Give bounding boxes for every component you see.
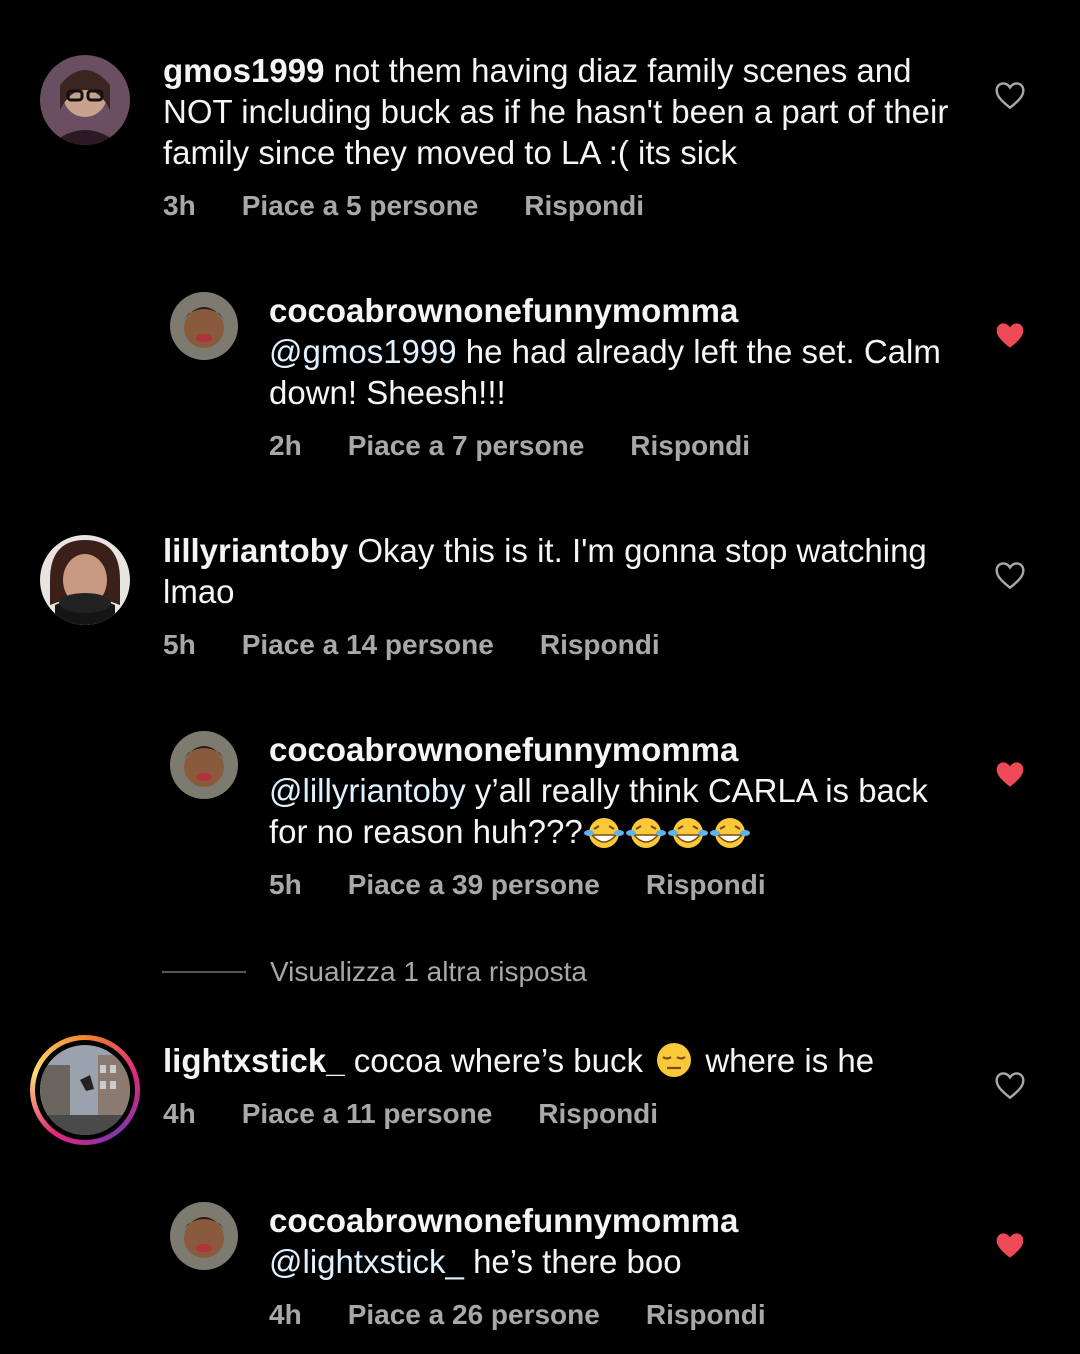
reply-button[interactable]: Rispondi: [630, 430, 750, 461]
heart-outline-icon: [995, 562, 1025, 590]
comment-username[interactable]: lillyriantoby: [163, 532, 348, 569]
reply-text: cocoabrownonefunnymomma @lightxstick_ he…: [269, 1200, 959, 1282]
reply-button[interactable]: Rispondi: [540, 629, 660, 660]
avatar-cocoabrownonefunnymomma[interactable]: [170, 292, 238, 360]
mention-link[interactable]: @lightxstick_: [269, 1243, 464, 1280]
avatar-lightxstick[interactable]: [40, 1045, 130, 1135]
tears-of-joy-emoji: [709, 818, 750, 848]
comment-body: he’s there boo: [473, 1243, 682, 1280]
comment-body-end: where is he: [705, 1042, 875, 1079]
comment-likes-link[interactable]: Piace a 5 persone: [242, 190, 479, 221]
comment-time: 5h: [269, 869, 302, 900]
comment-likes-link[interactable]: Piace a 11 persone: [242, 1098, 493, 1129]
divider-line: [162, 971, 246, 973]
comment-text: gmos1999 not them having diaz family sce…: [163, 50, 963, 173]
mention-link[interactable]: @lillyriantoby: [269, 772, 466, 809]
comment-username[interactable]: cocoabrownonefunnymomma: [269, 729, 959, 770]
like-button[interactable]: [994, 560, 1026, 590]
reply-button[interactable]: Rispondi: [646, 869, 766, 900]
tears-of-joy-emoji: [667, 818, 708, 848]
tears-of-joy-emoji-group: [583, 813, 751, 850]
comment-meta: 4h Piace a 11 persone Rispondi: [163, 1098, 704, 1130]
heart-filled-icon: [996, 323, 1024, 348]
comment-meta: 5h Piace a 39 persone Rispondi: [269, 869, 812, 901]
avatar-lillyriantoby[interactable]: [40, 535, 130, 625]
tears-of-joy-emoji: [625, 818, 666, 848]
like-button[interactable]: [994, 80, 1026, 110]
like-button[interactable]: [994, 320, 1026, 350]
comment-time: 4h: [163, 1098, 196, 1129]
comment-username[interactable]: cocoabrownonefunnymomma: [269, 1200, 959, 1241]
heart-filled-icon: [996, 762, 1024, 787]
comment-text: lightxstick_ cocoa where’s buck where is…: [163, 1040, 973, 1081]
view-more-replies-button[interactable]: Visualizza 1 altra risposta: [162, 952, 587, 992]
reply-text: cocoabrownonefunnymomma @gmos1999 he had…: [269, 290, 959, 413]
avatar-cocoabrownonefunnymomma[interactable]: [170, 731, 238, 799]
expressionless-emoji: [657, 1043, 692, 1077]
tears-of-joy-emoji: [583, 818, 624, 848]
comment-time: 5h: [163, 629, 196, 660]
comment-likes-link[interactable]: Piace a 14 persone: [242, 629, 494, 660]
mention-link[interactable]: @gmos1999: [269, 333, 457, 370]
like-button[interactable]: [994, 1230, 1026, 1260]
reply-text: cocoabrownonefunnymomma @lillyriantoby y…: [269, 729, 959, 852]
comment-username[interactable]: lightxstick_: [163, 1042, 345, 1079]
like-button[interactable]: [994, 1070, 1026, 1100]
comment-time: 3h: [163, 190, 196, 221]
comment-time: 2h: [269, 430, 302, 461]
reply-button[interactable]: Rispondi: [538, 1098, 658, 1129]
comment-meta: 3h Piace a 5 persone Rispondi: [163, 190, 690, 222]
comment-body: cocoa where’s buck: [353, 1042, 643, 1079]
comment-likes-link[interactable]: Piace a 26 persone: [348, 1299, 600, 1330]
reply-button[interactable]: Rispondi: [646, 1299, 766, 1330]
comment-likes-link[interactable]: Piace a 39 persone: [348, 869, 600, 900]
comment-username[interactable]: gmos1999: [163, 52, 324, 89]
heart-filled-icon: [996, 1233, 1024, 1258]
comment-time: 4h: [269, 1299, 302, 1330]
comment-meta: 5h Piace a 14 persone Rispondi: [163, 629, 706, 661]
heart-outline-icon: [995, 1072, 1025, 1100]
heart-outline-icon: [995, 82, 1025, 110]
avatar-gmos1999[interactable]: [40, 55, 130, 145]
comment-likes-link[interactable]: Piace a 7 persone: [348, 430, 585, 461]
like-button[interactable]: [994, 759, 1026, 789]
reply-button[interactable]: Rispondi: [524, 190, 644, 221]
view-more-label: Visualizza 1 altra risposta: [270, 956, 587, 987]
comment-username[interactable]: cocoabrownonefunnymomma: [269, 290, 959, 331]
comment-meta: 2h Piace a 7 persone Rispondi: [269, 430, 796, 462]
comment-text: lillyriantoby Okay this is it. I'm gonna…: [163, 530, 973, 612]
comment-meta: 4h Piace a 26 persone Rispondi: [269, 1299, 812, 1331]
avatar-cocoabrownonefunnymomma[interactable]: [170, 1202, 238, 1270]
